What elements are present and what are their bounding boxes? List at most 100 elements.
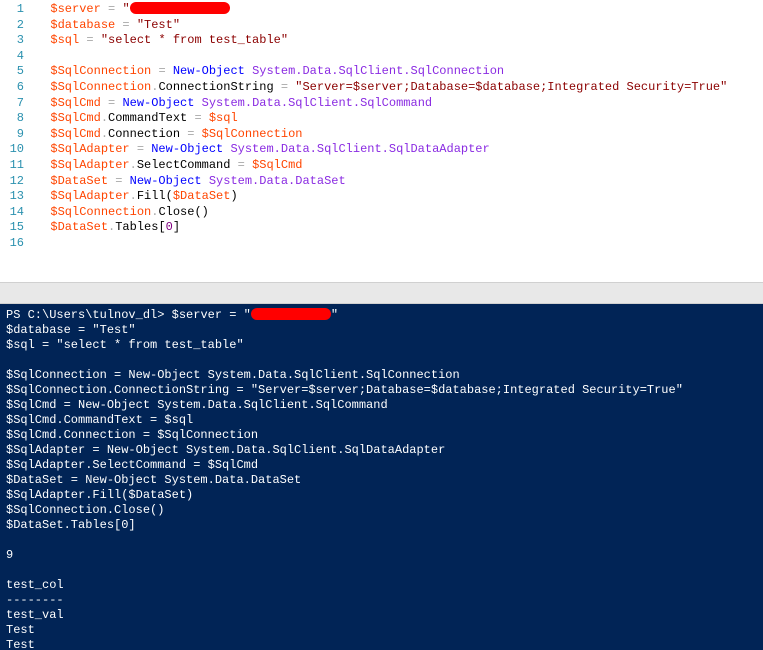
code-line[interactable]: $DataSet.Tables[0] — [36, 220, 763, 236]
token-op: = — [137, 142, 144, 156]
code-line[interactable]: $SqlAdapter.Fill($DataSet) — [36, 189, 763, 205]
token-paren: () — [194, 205, 208, 219]
token-member: Fill — [137, 189, 166, 203]
token-var: $sql — [209, 111, 238, 125]
token-op: = — [86, 33, 93, 47]
token-member: Connection — [108, 127, 180, 141]
console-input-line: $SqlConnection.Close() — [6, 503, 757, 518]
line-number: 9 — [4, 127, 24, 143]
token-type: System.Data.SqlClient.SqlDataAdapter — [230, 142, 489, 156]
line-number: 3 — [4, 33, 24, 49]
script-editor-pane[interactable]: 12345678910111213141516 $server = " $dat… — [0, 0, 763, 282]
console-input-line: $SqlAdapter.Fill($DataSet) — [6, 488, 757, 503]
token-str: "Test" — [137, 18, 180, 32]
pane-separator[interactable] — [0, 282, 763, 304]
token-op: = — [238, 158, 245, 172]
code-line[interactable]: $database = "Test" — [36, 18, 763, 34]
token-member: CommandText — [108, 111, 187, 125]
code-line[interactable]: $SqlAdapter.SelectCommand = $SqlCmd — [36, 158, 763, 174]
console-input-line: $DataSet.Tables[0] — [6, 518, 757, 533]
line-number: 10 — [4, 142, 24, 158]
console-blank — [6, 533, 757, 548]
line-number: 8 — [4, 111, 24, 127]
token-member: Close — [158, 205, 194, 219]
code-line[interactable]: $DataSet = New-Object System.Data.DataSe… — [36, 174, 763, 190]
line-number: 16 — [4, 236, 24, 252]
console-input-line: $database = "Test" — [6, 323, 757, 338]
token-op: = — [194, 111, 201, 125]
token-paren: ) — [230, 189, 237, 203]
code-line[interactable]: $server = " — [36, 2, 763, 18]
console-output-count: 9 — [6, 548, 757, 563]
token-var: $DataSet — [50, 220, 108, 234]
console-output-row: test_val — [6, 608, 757, 623]
line-number: 12 — [4, 174, 24, 190]
token-var: $SqlConnection — [202, 127, 303, 141]
console-output-divider: -------- — [6, 593, 757, 608]
token-var: $SqlCmd — [252, 158, 302, 172]
console-input-line: $SqlAdapter.SelectCommand = $SqlCmd — [6, 458, 757, 473]
token-cmd: New-Object — [130, 174, 202, 188]
console-output-row: Test — [6, 623, 757, 638]
token-op: = — [122, 18, 129, 32]
code-line[interactable]: $SqlCmd.Connection = $SqlConnection — [36, 127, 763, 143]
code-line[interactable] — [36, 236, 763, 252]
console-input-line: $SqlAdapter = New-Object System.Data.Sql… — [6, 443, 757, 458]
token-var: $SqlAdapter — [50, 142, 129, 156]
token-var: $SqlConnection — [50, 64, 151, 78]
console-input-line: $SqlConnection.ConnectionString = "Serve… — [6, 383, 757, 398]
token-op: = — [158, 64, 165, 78]
token-type: System.Data.SqlClient.SqlCommand — [202, 96, 432, 110]
console-pane[interactable]: PS C:\Users\tulnov_dl> $server = ""$data… — [0, 304, 763, 650]
token-num: 0 — [166, 220, 173, 234]
console-prompt: PS C:\Users\tulnov_dl> — [6, 308, 172, 322]
token-op: = — [108, 2, 115, 16]
redaction-mark — [130, 2, 230, 14]
token-paren: ] — [173, 220, 180, 234]
code-line[interactable]: $SqlConnection = New-Object System.Data.… — [36, 64, 763, 80]
token-op: = — [108, 96, 115, 110]
console-blank — [6, 563, 757, 578]
line-number: 13 — [4, 189, 24, 205]
token-cmd: New-Object — [122, 96, 194, 110]
token-str: "select * from test_table" — [101, 33, 288, 47]
token-member: ConnectionString — [158, 80, 273, 94]
code-line[interactable]: $SqlCmd = New-Object System.Data.SqlClie… — [36, 96, 763, 112]
console-input-line: $SqlCmd.CommandText = $sql — [6, 413, 757, 428]
token-str: "Server=$server;Database=$database;Integ… — [295, 80, 727, 94]
token-op: . — [130, 189, 137, 203]
token-member: Tables — [115, 220, 158, 234]
code-line[interactable]: $SqlConnection.ConnectionString = "Serve… — [36, 80, 763, 96]
token-member: SelectCommand — [137, 158, 231, 172]
line-number: 14 — [4, 205, 24, 221]
token-var: $SqlCmd — [50, 96, 100, 110]
token-paren: ( — [166, 189, 173, 203]
code-line[interactable]: $SqlConnection.Close() — [36, 205, 763, 221]
code-line[interactable]: $SqlAdapter = New-Object System.Data.Sql… — [36, 142, 763, 158]
code-line[interactable]: $SqlCmd.CommandText = $sql — [36, 111, 763, 127]
token-op: . — [101, 111, 108, 125]
token-var: $server — [50, 2, 100, 16]
token-var: $SqlCmd — [50, 127, 100, 141]
token-var: $SqlAdapter — [50, 189, 129, 203]
token-op: . — [101, 127, 108, 141]
line-number: 5 — [4, 64, 24, 80]
code-line[interactable]: $sql = "select * from test_table" — [36, 33, 763, 49]
line-number: 1 — [4, 2, 24, 18]
token-paren: [ — [158, 220, 165, 234]
token-op: = — [281, 80, 288, 94]
code-line[interactable] — [36, 49, 763, 65]
token-str: " — [122, 2, 129, 16]
token-var: $DataSet — [173, 189, 231, 203]
console-input-line: $sql = "select * from test_table" — [6, 338, 757, 353]
token-type: System.Data.SqlClient.SqlConnection — [252, 64, 504, 78]
console-input-line: $DataSet = New-Object System.Data.DataSe… — [6, 473, 757, 488]
code-area[interactable]: $server = " $database = "Test" $sql = "s… — [32, 0, 763, 282]
token-var: $SqlConnection — [50, 80, 151, 94]
line-number: 2 — [4, 18, 24, 34]
token-cmd: New-Object — [151, 142, 223, 156]
line-number: 11 — [4, 158, 24, 174]
console-prompt-line: PS C:\Users\tulnov_dl> $server = "" — [6, 308, 757, 323]
console-output-header: test_col — [6, 578, 757, 593]
token-op: = — [115, 174, 122, 188]
